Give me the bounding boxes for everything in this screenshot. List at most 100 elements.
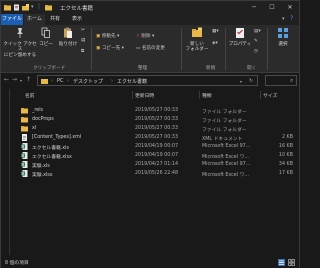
folder-icon [41, 79, 48, 84]
history-icon[interactable]: ◷ [254, 49, 258, 54]
quick-access-dropdown-icon[interactable]: ▾ [31, 4, 38, 11]
delete-button[interactable]: ✕ 削除 ▾ [136, 33, 154, 39]
group-separator [225, 28, 226, 70]
cut-icon[interactable]: ✂ [81, 28, 85, 33]
column-header-date[interactable]: 更新日時 [135, 92, 154, 99]
tab-file[interactable]: ファイル [1, 14, 23, 25]
file-type: ファイル フォルダー [202, 118, 247, 124]
ribbon: クイック アクセス にピン留めする コピー 貼り付け ✂ ▤ ⧉ クリップボード… [1, 25, 299, 73]
copy-to-icon: ▣ [96, 46, 101, 51]
file-row[interactable]: _rels 2019/05/27 00:33 ファイル フォルダー [11, 106, 297, 115]
move-to-button[interactable]: ▣ 移動先 ▾ [96, 33, 119, 39]
file-type: ファイル フォルダー [202, 127, 247, 133]
folder-icon [21, 108, 28, 114]
xml-file-icon [22, 134, 27, 141]
file-row[interactable]: xl 2019/05/27 00:33 ファイル フォルダー [11, 124, 297, 133]
folder-icon [45, 5, 52, 11]
file-row[interactable]: docProps 2019/05/27 00:33 ファイル フォルダー [11, 115, 297, 124]
folder-icon [21, 126, 28, 132]
minimize-button[interactable]: ─ [245, 1, 263, 14]
address-bar[interactable]: › PC › デスクトップ › エクセル書籍 ▾ ↻ [37, 75, 258, 86]
ribbon-collapse-icon[interactable]: ▾ [282, 16, 285, 22]
file-size: 16 KB [278, 143, 293, 149]
file-row[interactable]: [Content_Types].xml 2019/05/27 00:33 XML ド… [11, 133, 297, 142]
paste-label: 貼り付け [58, 41, 78, 47]
refresh-icon[interactable]: ↻ [249, 78, 253, 84]
new-folder-button[interactable]: 新しい フォルダー [184, 27, 210, 53]
file-row[interactable]: エクセル書籍.xlsx 2019/04/19 00:07 Microsoft Exc… [11, 151, 297, 160]
column-separator[interactable] [260, 91, 261, 99]
excel-file-icon [21, 170, 28, 177]
file-date: 2019/05/27 00:33 [135, 107, 178, 113]
tab-share[interactable]: 共有 [47, 14, 63, 25]
file-name: エクセル書籍.xls [32, 145, 69, 151]
large-icons-view-icon[interactable] [288, 259, 295, 266]
file-row[interactable]: 実験.xlsx 2019/05/26 22:48 Microsoft Excel ワ… [11, 169, 297, 178]
column-header-size[interactable]: サイズ [263, 92, 277, 99]
column-separator[interactable] [199, 91, 200, 99]
help-icon[interactable]: ? [290, 15, 293, 22]
address-dropdown-icon[interactable]: ▾ [240, 79, 242, 84]
paste-button[interactable]: 貼り付け [55, 27, 81, 47]
file-row[interactable]: 実験.xls 2019/04/27 01:14 Microsoft Excel 97… [11, 160, 297, 169]
paste-icon [64, 27, 72, 38]
rename-label: 名前の変更 [141, 46, 165, 51]
pin-label: クイック アクセス にピン留めする [3, 41, 37, 58]
forward-icon[interactable]: → [12, 76, 17, 83]
breadcrumb-pc[interactable]: PC [57, 78, 64, 84]
address-row: ← → ▾ ↑ › PC › デスクトップ › エクセル書籍 ▾ ↻ ⌕ [1, 73, 299, 88]
new-item-icon[interactable]: ▦▾ [212, 29, 219, 34]
new-group-label: 新規 [206, 66, 216, 71]
column-separator[interactable] [132, 91, 133, 99]
breadcrumb-current-folder[interactable]: エクセル書籍 [117, 78, 147, 85]
tab-home[interactable]: ホーム [24, 14, 45, 25]
properties-button[interactable]: プロパティ [227, 27, 253, 47]
explorer-window: ▾ | エクセル書籍 ─ ☐ ✕ ファイル ホーム 共有 表示 ▾ ? クイック… [0, 0, 300, 268]
properties-quick-icon[interactable] [13, 4, 20, 11]
close-button[interactable]: ✕ [281, 1, 299, 14]
file-type: Microsoft Excel ワ... [202, 154, 249, 160]
properties-label: プロパティ [228, 41, 252, 47]
file-date: 2019/04/27 01:14 [135, 161, 178, 167]
recent-locations-icon[interactable]: ▾ [20, 78, 22, 83]
title-separator: | [38, 3, 41, 10]
file-row[interactable]: エクセル書籍.xls 2019/04/19 00:07 Microsoft Exce… [11, 142, 297, 151]
rename-button[interactable]: ▭ 名前の変更 [136, 45, 165, 51]
tab-view[interactable]: 表示 [69, 14, 85, 25]
copy-label: コピー [39, 41, 53, 47]
paste-shortcut-icon[interactable]: ⧉ [81, 48, 84, 54]
copy-button[interactable]: コピー [37, 27, 55, 47]
file-date: 2019/05/26 22:48 [135, 170, 178, 176]
column-header-type[interactable]: 種類 [202, 92, 212, 99]
file-date: 2019/05/27 00:33 [135, 134, 178, 140]
file-name: 実験.xls [32, 163, 50, 169]
up-icon[interactable]: ↑ [26, 76, 31, 83]
navigation-pane[interactable] [1, 89, 11, 255]
copy-to-button[interactable]: ▣ コピー先 ▾ [96, 45, 124, 51]
move-to-label: 移動先 ▾ [101, 34, 120, 39]
folder-icon [21, 117, 28, 123]
edit-icon[interactable]: ✎ [254, 39, 258, 44]
file-date: 2019/05/27 00:33 [135, 125, 178, 131]
column-header-name[interactable]: 名前 [25, 92, 35, 99]
file-size: 17 KB [278, 170, 293, 176]
pane-divider [9, 89, 10, 255]
new-folder-quick-icon[interactable] [22, 4, 29, 11]
breadcrumb-desktop[interactable]: デスクトップ [73, 78, 103, 85]
excel-file-icon [21, 161, 28, 168]
maximize-button[interactable]: ☐ [263, 1, 281, 14]
open-icon[interactable]: ▤▾ [254, 29, 261, 34]
pin-quick-access-button[interactable]: クイック アクセス にピン留めする [3, 27, 37, 58]
excel-file-icon [21, 152, 28, 159]
new-folder-icon [192, 27, 202, 37]
new-folder-label: 新しい フォルダー [185, 41, 209, 53]
search-input[interactable]: ⌕ [265, 75, 297, 86]
back-icon[interactable]: ← [4, 76, 9, 83]
folder-icon [4, 5, 11, 11]
details-view-icon[interactable] [278, 259, 285, 266]
select-button[interactable]: 選択 [271, 27, 295, 47]
easy-access-icon[interactable]: ◈▾ [212, 41, 218, 46]
copy-path-icon[interactable]: ▤ [81, 38, 85, 43]
file-list: 名前 更新日時 種類 サイズ _rels 2019/05/27 00:33 ファイル… [11, 89, 297, 255]
file-name: 実験.xlsx [32, 172, 53, 178]
